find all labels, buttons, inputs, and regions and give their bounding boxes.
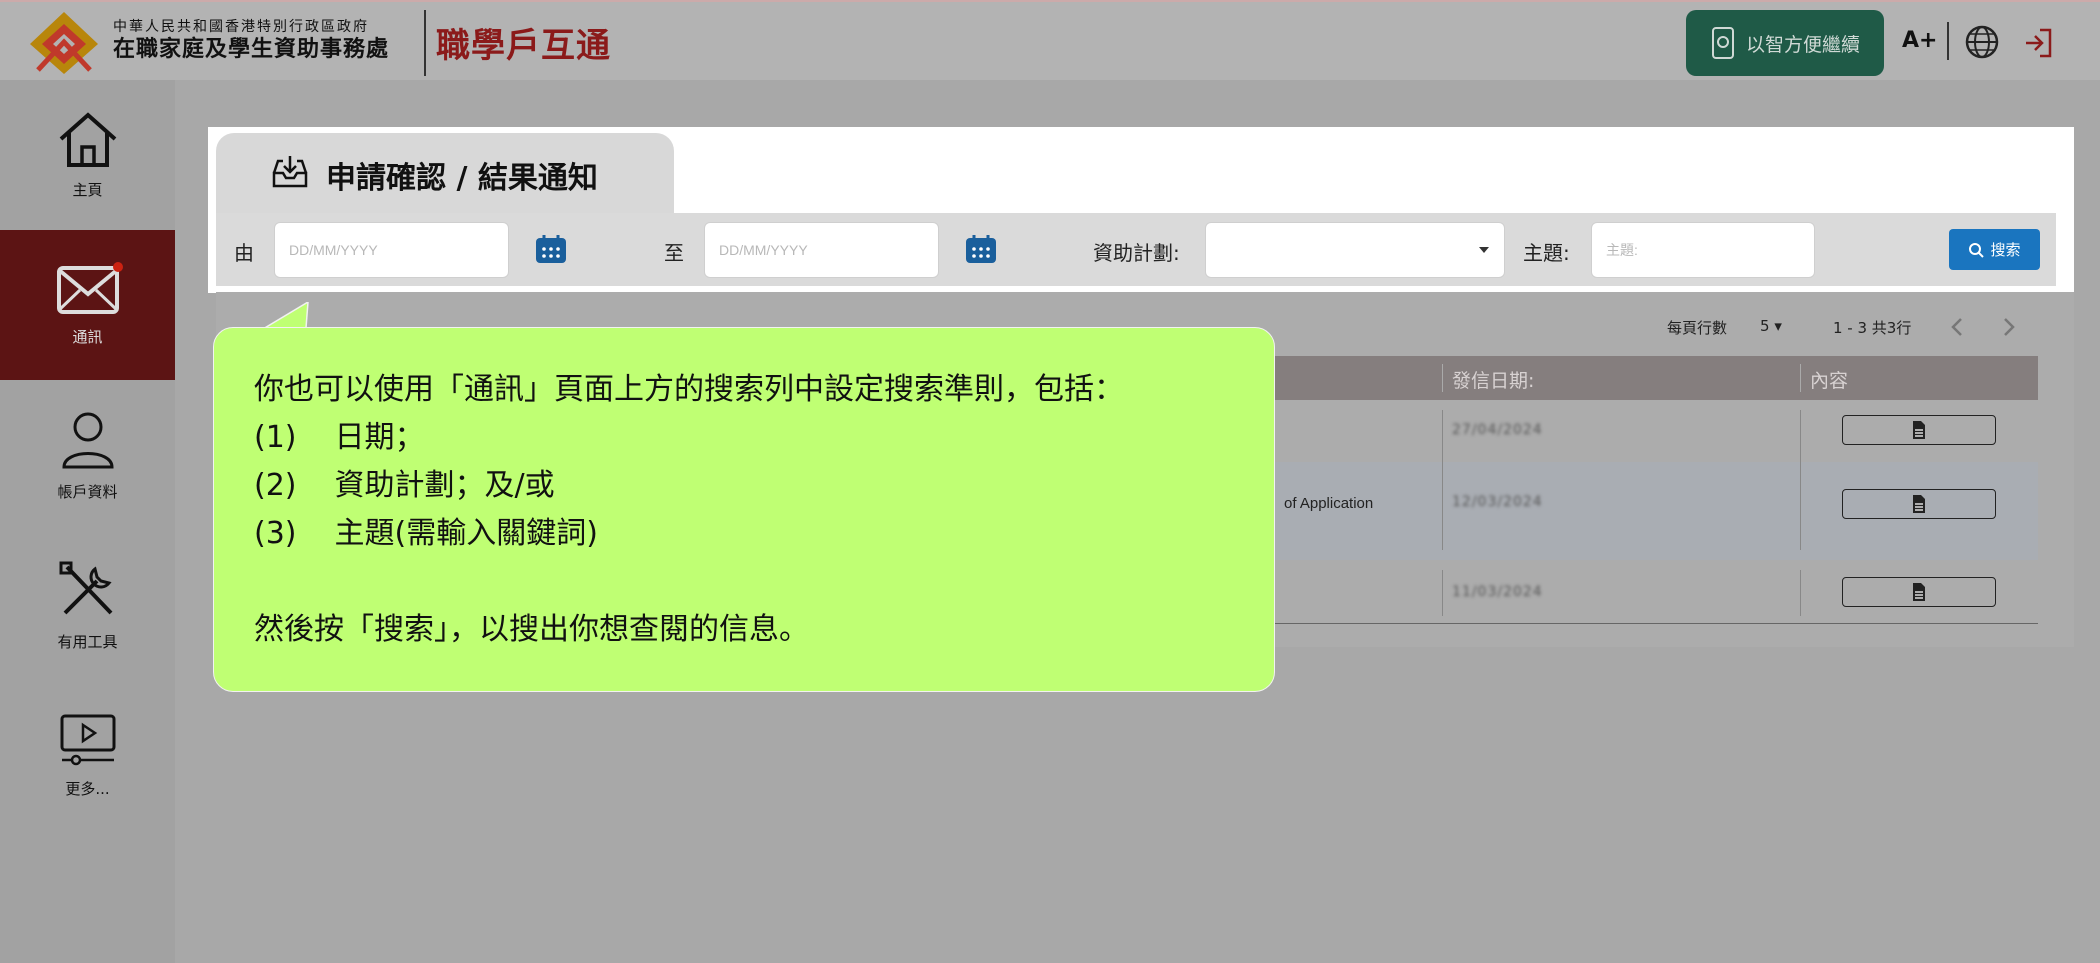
top-bar: 中華人民共和國香港特別行政區政府 在職家庭及學生資助事務處 職學戶互通 以智方便… xyxy=(0,0,2100,80)
pagination-range: 1 - 3 共3行 xyxy=(1833,319,1912,337)
wfsfaa-logo-icon xyxy=(30,12,98,74)
logout-icon[interactable] xyxy=(2022,26,2056,60)
continue-mobile-label: 以智方便繼續 xyxy=(1745,33,1860,56)
callout-item-1: (1) 日期； xyxy=(254,412,425,456)
column-divider xyxy=(1800,570,1801,616)
org-line2: 在職家庭及學生資助事務處 xyxy=(113,37,390,63)
subject-label: 主題: xyxy=(1523,241,1570,265)
sidebar-item-label: 通訊 xyxy=(72,327,103,346)
column-header-content: 內容 xyxy=(1810,370,1849,392)
row-subject[interactable]: of Application xyxy=(1284,495,1373,512)
callout-intro: 你也可以使用「通訊」頁面上方的搜索列中設定搜索準則，包括： xyxy=(254,372,1124,407)
from-calendar-icon[interactable] xyxy=(534,233,568,265)
sidebar: 主頁 通訊 帳戶資料 有用工具 更多... xyxy=(0,80,175,963)
callout-item-num: (3) xyxy=(254,516,297,551)
callout-item-num: (2) xyxy=(254,468,297,503)
subject-input[interactable]: 主題: xyxy=(1591,222,1815,278)
callout-item-3: (3) 主題(需輸入關鍵詞) xyxy=(254,508,598,552)
sidebar-item-account[interactable]: 帳戶資料 xyxy=(0,380,175,530)
column-header-date: 發信日期: xyxy=(1452,370,1535,392)
rows-per-page-select[interactable]: 5 ▾ xyxy=(1760,317,1782,335)
brand-title[interactable]: 職學戶互通 xyxy=(436,18,611,67)
row-date: 11/03/2024 xyxy=(1452,584,1543,600)
video-icon xyxy=(60,714,115,765)
row-date: 27/04/2024 xyxy=(1452,422,1543,438)
document-icon xyxy=(1913,421,1925,439)
home-icon xyxy=(59,111,116,167)
document-icon xyxy=(1913,583,1925,601)
iamsmart-phone-icon xyxy=(1711,27,1734,59)
column-divider xyxy=(1800,410,1801,550)
chevron-down-icon xyxy=(1479,247,1489,253)
callout-item-text: 資助計劃；及/或 xyxy=(334,468,555,503)
continue-with-iamsmart-button[interactable]: 以智方便繼續 xyxy=(1686,10,1884,76)
unread-dot xyxy=(113,262,123,272)
scheme-label: 資助計劃: xyxy=(1093,241,1180,265)
search-button-label: 搜索 xyxy=(1990,241,2021,259)
toolbar-separator xyxy=(1947,22,1949,60)
scheme-select[interactable] xyxy=(1205,222,1505,278)
rows-per-page-value: 5 xyxy=(1760,317,1770,335)
search-icon xyxy=(1969,242,1985,258)
user-icon xyxy=(61,412,114,468)
view-document-button[interactable] xyxy=(1842,577,1996,607)
language-globe-icon[interactable] xyxy=(1964,24,2000,60)
to-calendar-icon[interactable] xyxy=(964,233,998,265)
column-divider xyxy=(1442,410,1443,550)
to-date-input[interactable]: DD/MM/YYYY xyxy=(704,222,939,278)
callout-item-text: 主題(需輸入關鍵詞) xyxy=(334,516,598,551)
page-title: 申請確認 / 結果通知 xyxy=(326,161,598,196)
sidebar-item-tools[interactable]: 有用工具 xyxy=(0,530,175,680)
envelope-icon xyxy=(56,265,119,314)
header-divider xyxy=(1800,364,1801,392)
inbox-icon xyxy=(272,156,308,188)
row-date: 12/03/2024 xyxy=(1452,494,1543,510)
search-button[interactable]: 搜索 xyxy=(1949,229,2040,270)
from-date-input[interactable]: DD/MM/YYYY xyxy=(274,222,509,278)
tools-icon xyxy=(59,561,112,614)
header-divider xyxy=(1442,364,1443,392)
sidebar-item-home[interactable]: 主頁 xyxy=(0,80,175,230)
sidebar-item-messages[interactable]: 通訊 xyxy=(0,230,175,380)
callout-item-num: (1) xyxy=(254,420,297,455)
prev-page-icon[interactable] xyxy=(1950,316,1964,338)
rows-per-page-label: 每頁行數 xyxy=(1667,319,1728,337)
view-document-button[interactable] xyxy=(1842,415,1996,445)
org-name: 中華人民共和國香港特別行政區政府 在職家庭及學生資助事務處 xyxy=(113,19,390,63)
font-size-button[interactable]: A+ xyxy=(1902,28,1937,53)
org-line1: 中華人民共和國香港特別行政區政府 xyxy=(113,19,369,35)
document-icon xyxy=(1913,495,1925,513)
next-page-icon[interactable] xyxy=(2002,316,2016,338)
callout-closing: 然後按「搜索」，以搜出你想查閱的信息。 xyxy=(254,612,809,647)
sidebar-item-more[interactable]: 更多... xyxy=(0,680,175,830)
to-label: 至 xyxy=(664,241,684,265)
sidebar-item-label: 有用工具 xyxy=(57,632,118,651)
from-label: 由 xyxy=(234,241,254,265)
callout-item-text: 日期； xyxy=(334,420,425,455)
header-divider xyxy=(424,10,426,76)
callout-item-2: (2) 資助計劃；及/或 xyxy=(254,460,555,504)
view-document-button[interactable] xyxy=(1842,489,1996,519)
sidebar-item-label: 主頁 xyxy=(72,180,103,199)
column-divider xyxy=(1442,570,1443,616)
sidebar-item-label: 更多... xyxy=(65,779,110,798)
sidebar-item-label: 帳戶資料 xyxy=(57,482,118,501)
